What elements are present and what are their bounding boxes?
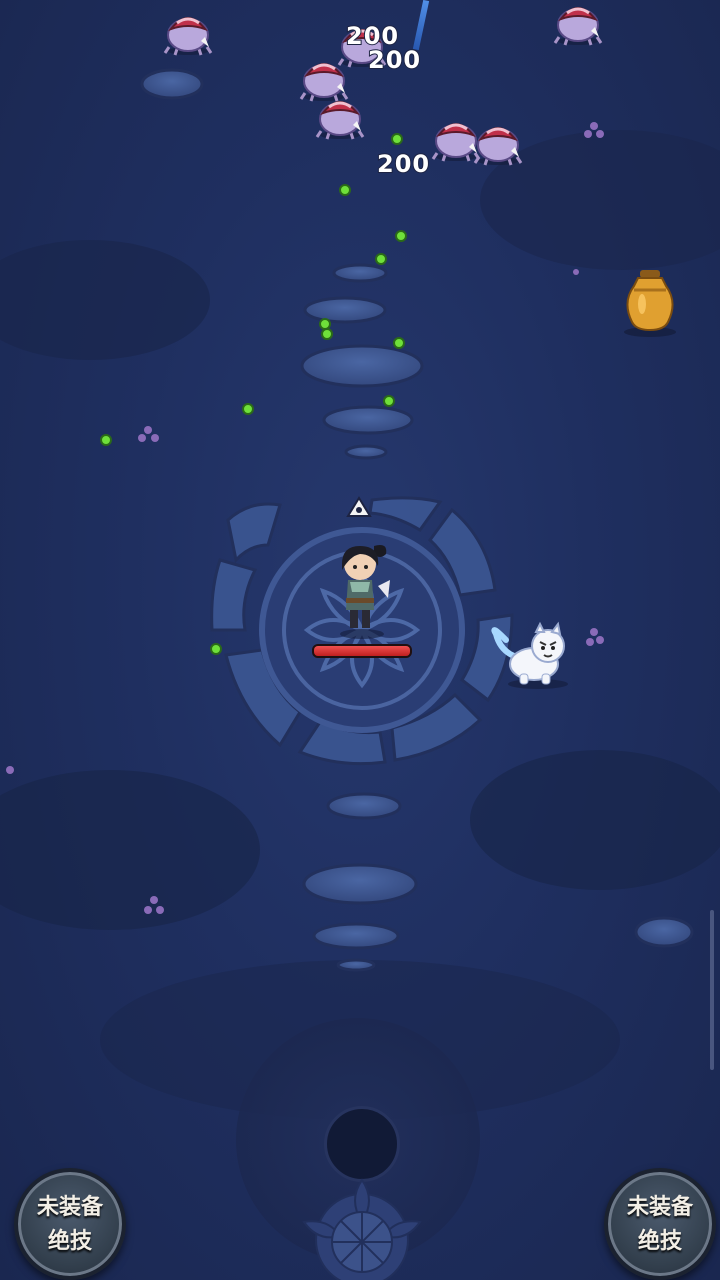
player-character — [340, 545, 390, 639]
exp-orb — [210, 643, 222, 655]
exp-orb — [339, 184, 351, 196]
exp-orb — [375, 253, 387, 265]
lotus-emblem-icon — [302, 1178, 422, 1280]
exp-orb — [395, 230, 407, 242]
exp-orb — [321, 328, 333, 340]
exp-orb — [383, 395, 395, 407]
scrollbar[interactable] — [710, 910, 714, 1070]
player-hp-bar — [312, 644, 412, 658]
skill-label-line1: 未装备 — [626, 1194, 693, 1220]
skill-label-line1: 未装备 — [36, 1194, 103, 1220]
skill-button-left[interactable]: 未装备 绝技 — [14, 1168, 126, 1280]
game-stage[interactable]: 200 200 200 未装备 绝技 未装备 绝技 — [0, 0, 720, 1280]
exp-orb — [393, 337, 405, 349]
skill-label-line2: 绝技 — [47, 1228, 92, 1254]
direction-marker-icon — [346, 496, 372, 517]
exp-orb — [319, 318, 331, 330]
treasure-vase[interactable] — [620, 266, 682, 338]
exp-orb — [391, 133, 403, 145]
exp-orb — [242, 403, 254, 415]
skill-button-right[interactable]: 未装备 绝技 — [604, 1168, 716, 1280]
exp-orb — [100, 434, 112, 446]
player-hp-fill — [314, 646, 410, 656]
skill-label-line2: 绝技 — [637, 1228, 682, 1254]
white-tiger-pet — [491, 621, 568, 689]
